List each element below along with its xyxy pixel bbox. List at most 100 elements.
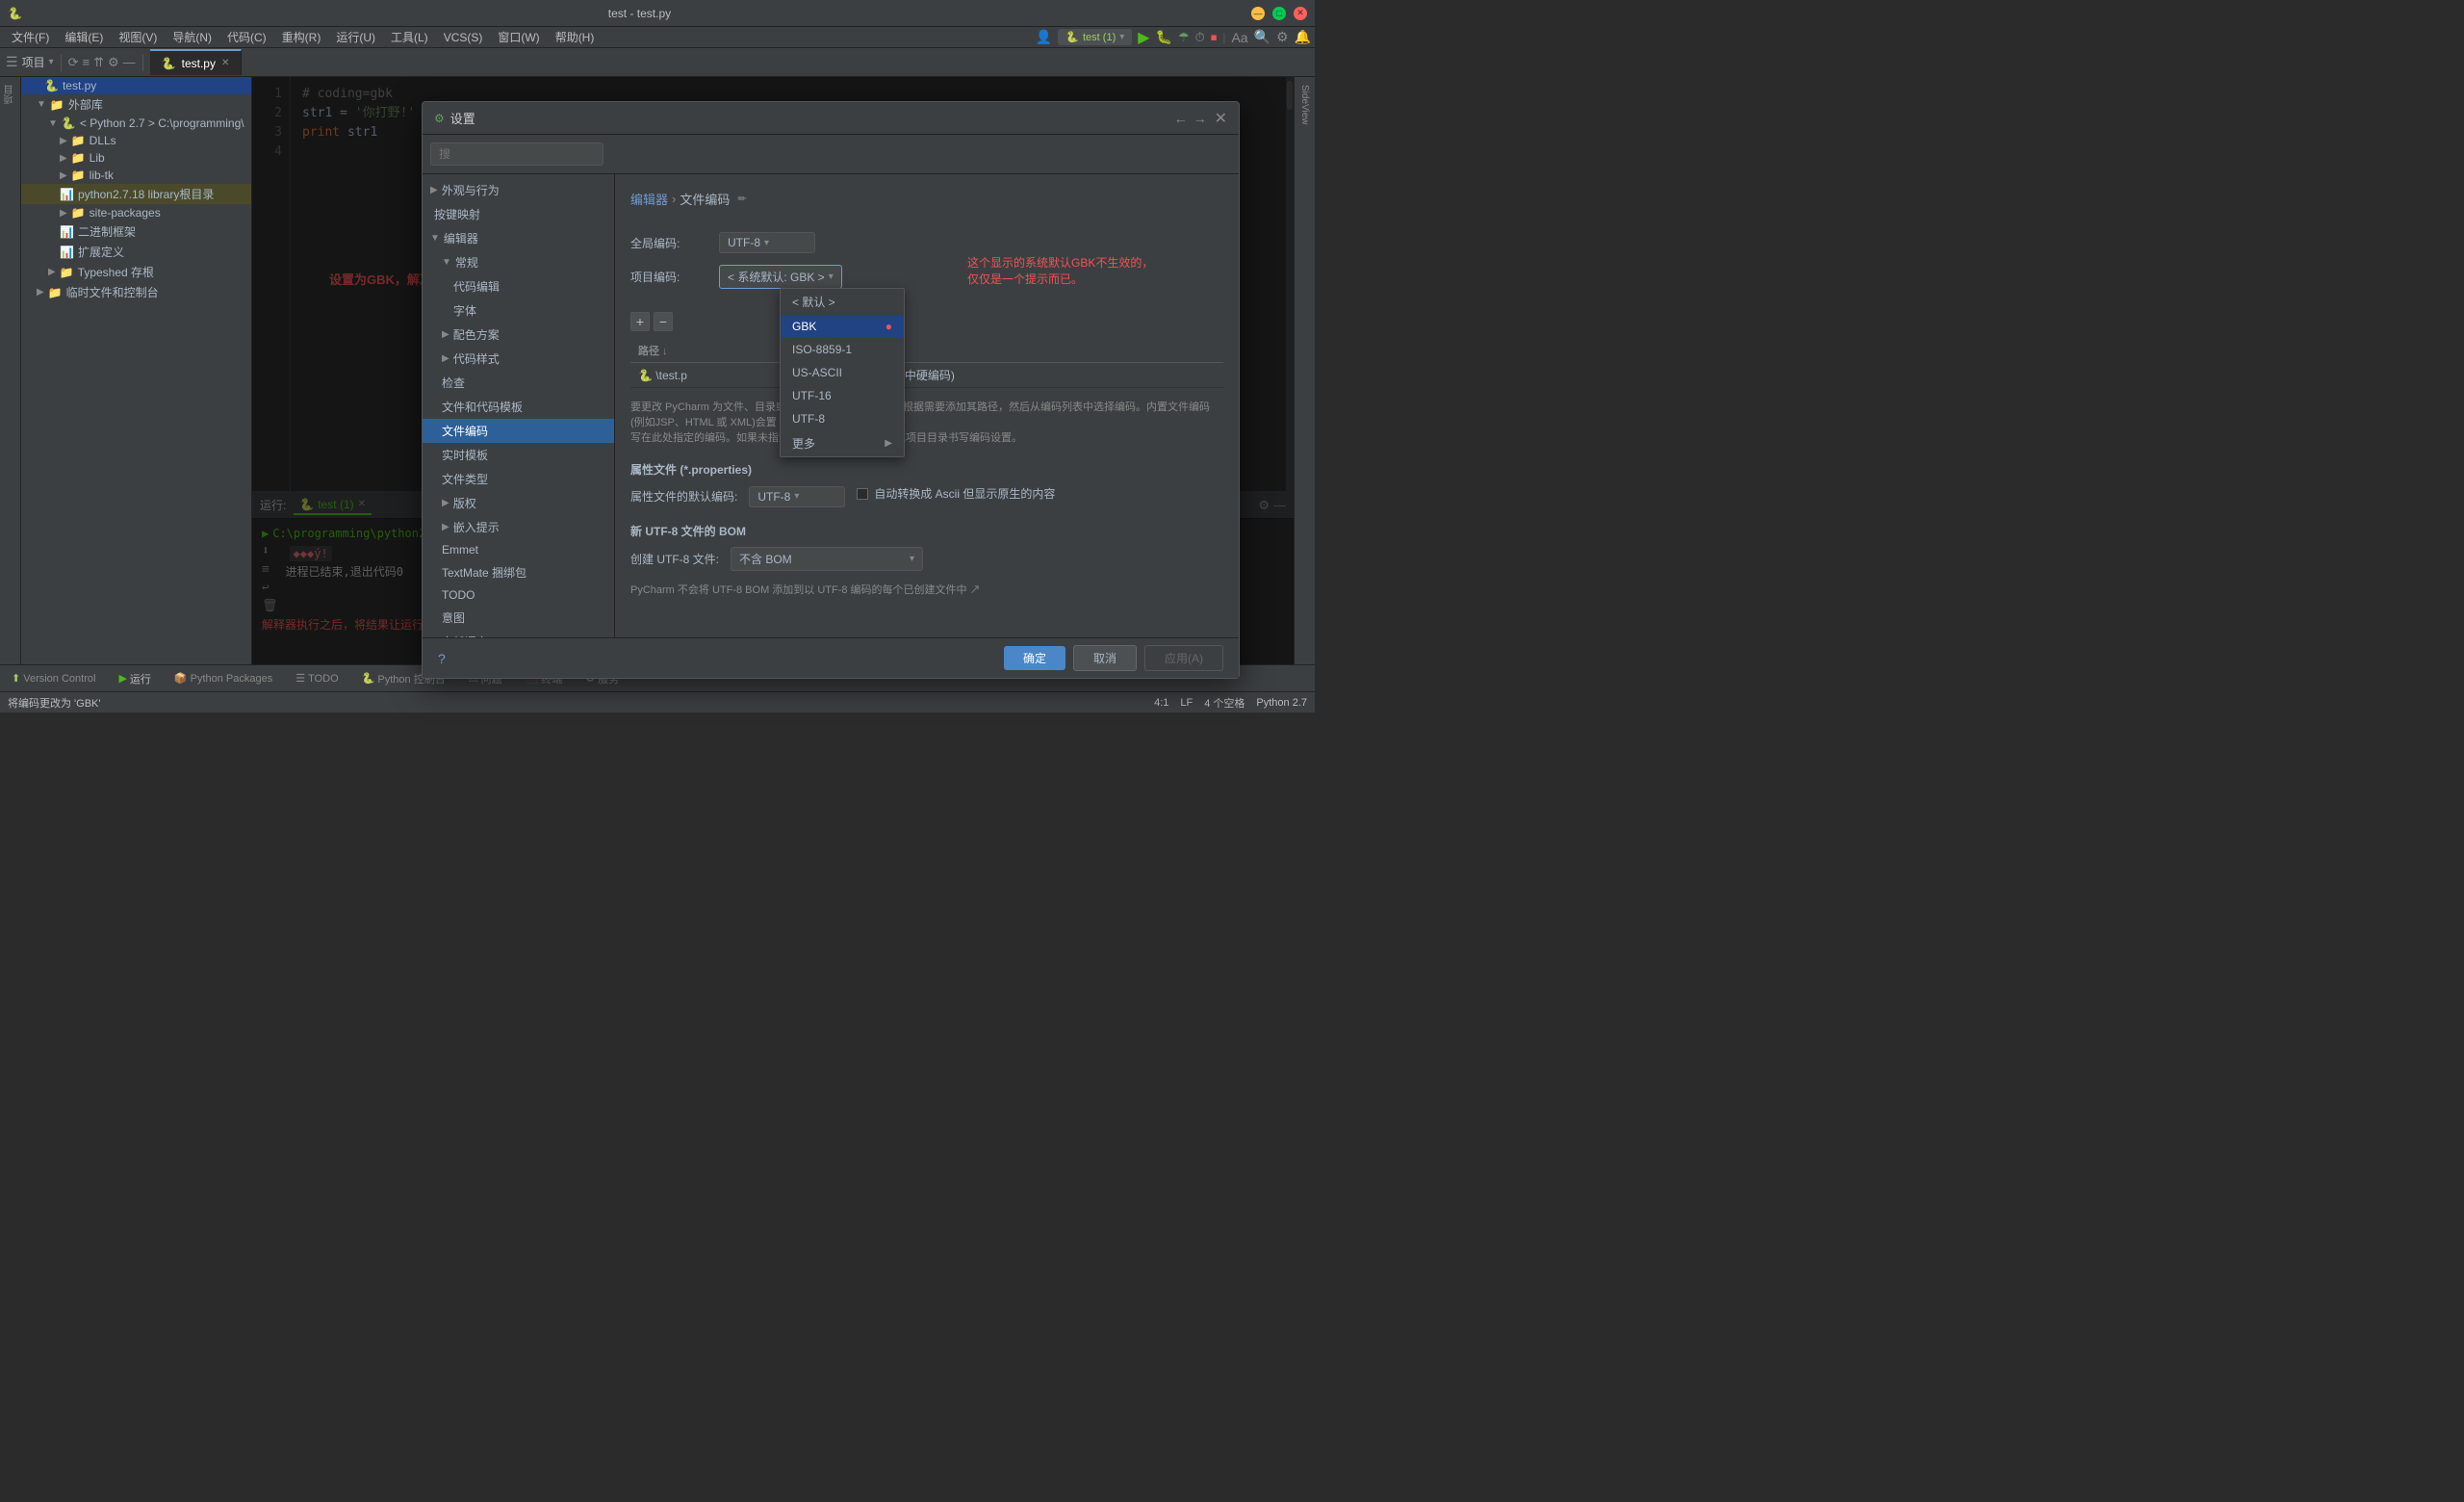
indent-indicator[interactable]: 4 个空格	[1204, 695, 1245, 711]
dlg-nav-editor[interactable]: ▼ 编辑器	[423, 226, 614, 250]
dlg-nav-intentions[interactable]: 意图	[423, 606, 614, 630]
dialog-fwd-icon[interactable]: →	[1194, 111, 1207, 126]
tree-item-binary-stubs[interactable]: 📊 二进制框架	[21, 221, 251, 242]
bc-edit-icon[interactable]: ✏	[737, 193, 746, 205]
dlg-nav-file-templates[interactable]: 文件和代码模板	[423, 395, 614, 419]
table-row[interactable]: 🐍 \test.p GBK (字符集在文件中硬编码)	[630, 363, 1223, 388]
dialog-search-input[interactable]	[430, 142, 603, 166]
dd-item-more[interactable]: 更多 ▶	[781, 430, 904, 456]
properties-encoding-select[interactable]: UTF-8 ▾	[749, 486, 845, 507]
tree-item-ext-defs[interactable]: 📊 扩展定义	[21, 242, 251, 262]
close-panel-icon[interactable]: —	[123, 55, 136, 69]
run-button[interactable]: ▶	[1138, 28, 1149, 47]
search-everywhere-button[interactable]: 🔍	[1254, 29, 1270, 45]
dlg-nav-textmate[interactable]: TextMate 捆绑包	[423, 560, 614, 584]
dlg-nav-general[interactable]: ▼ 常规	[423, 250, 614, 274]
tree-item-test-py[interactable]: 🐍 test.py	[21, 77, 251, 94]
dd-item-default[interactable]: < 默认 >	[781, 289, 904, 315]
run-config-dropdown[interactable]: 🐍test (1)▾	[1058, 29, 1132, 45]
collapse-all-icon[interactable]: ≡	[83, 55, 90, 69]
menu-window[interactable]: 窗口(W)	[490, 27, 547, 47]
dlg-nav-natural-lang[interactable]: ▶ 自然语言	[423, 630, 614, 637]
dlg-nav-font[interactable]: 字体	[423, 298, 614, 323]
menu-navigate[interactable]: 导航(N)	[165, 27, 219, 47]
debug-button[interactable]: 🐛	[1156, 29, 1172, 45]
sync-icon[interactable]: ⟳	[68, 55, 79, 70]
project-settings-icon[interactable]: ⚙	[108, 55, 119, 70]
dlg-nav-keymaps[interactable]: 按键映射	[423, 202, 614, 226]
dlg-nav-file-encoding[interactable]: 文件编码	[423, 419, 614, 443]
dlg-nav-copyright[interactable]: ▶ 版权	[423, 491, 614, 515]
tree-item-libtk[interactable]: ▶ 📁 lib-tk	[21, 167, 251, 184]
user-icon[interactable]: 👤	[1036, 29, 1052, 45]
menu-refactor[interactable]: 重构(R)	[274, 27, 329, 47]
settings-button[interactable]: ⚙	[1276, 29, 1289, 45]
dialog-apply-button[interactable]: 应用(A)	[1144, 645, 1223, 671]
dlg-nav-hints[interactable]: ▶ 嵌入提示	[423, 515, 614, 539]
menu-run[interactable]: 运行(U)	[328, 27, 383, 47]
dd-item-gbk[interactable]: GBK ●	[781, 315, 904, 338]
btab-run[interactable]: ▶ 运行	[115, 669, 154, 688]
dlg-nav-code-edit[interactable]: 代码编辑	[423, 274, 614, 298]
bom-select[interactable]: 不含 BOM ▾	[731, 547, 923, 571]
menu-view[interactable]: 视图(V)	[111, 27, 165, 47]
dlg-nav-todo[interactable]: TODO	[423, 584, 614, 606]
translate-icon[interactable]: Aa	[1231, 30, 1247, 45]
profile-button[interactable]: ⏱	[1195, 30, 1205, 45]
dlg-nav-color-scheme[interactable]: ▶ 配色方案	[423, 323, 614, 347]
dlg-nav-emmet[interactable]: Emmet	[423, 539, 614, 560]
menu-vcs[interactable]: VCS(S)	[436, 29, 491, 46]
dd-item-utf16[interactable]: UTF-16	[781, 384, 904, 407]
stop-button[interactable]: ⏹	[1211, 30, 1218, 45]
maximize-button[interactable]: □	[1272, 7, 1286, 20]
remove-path-button[interactable]: −	[654, 312, 673, 331]
dlg-nav-inspections[interactable]: 检查	[423, 371, 614, 395]
project-dropdown-arrow[interactable]: ▾	[49, 57, 54, 67]
line-col-indicator[interactable]: 4:1	[1154, 695, 1168, 711]
ascii-checkbox[interactable]	[857, 488, 868, 500]
project-encoding-select[interactable]: < 系统默认: GBK > ▾	[719, 265, 842, 289]
tree-item-lib[interactable]: ▶ 📁 Lib	[21, 149, 251, 167]
project-vtab[interactable]: 项目	[1, 81, 19, 108]
global-encoding-select[interactable]: UTF-8 ▾	[719, 232, 815, 253]
dd-item-utf8[interactable]: UTF-8	[781, 407, 904, 430]
tree-item-external-libs[interactable]: ▼ 📁 外部库	[21, 94, 251, 115]
dlg-nav-live-templates[interactable]: 实时模板	[423, 443, 614, 467]
dialog-close-icon[interactable]: ✕	[1215, 109, 1227, 128]
dialog-cancel-button[interactable]: 取消	[1073, 645, 1137, 671]
dialog-ok-button[interactable]: 确定	[1004, 646, 1065, 670]
lf-indicator[interactable]: LF	[1180, 695, 1193, 711]
dlg-nav-code-style[interactable]: ▶ 代码样式	[423, 347, 614, 371]
tree-item-scratch[interactable]: ▶ 📁 临时文件和控制台	[21, 282, 251, 302]
add-path-button[interactable]: +	[630, 312, 650, 331]
editor-tab-test-py[interactable]: 🐍 test.py ✕	[150, 49, 243, 75]
menu-code[interactable]: 代码(C)	[219, 27, 274, 47]
menu-tools[interactable]: 工具(L)	[383, 27, 436, 47]
tree-item-python2718[interactable]: 📊 python2.7.18 library根目录	[21, 184, 251, 204]
right-sidebar-label[interactable]: SideView	[1297, 81, 1312, 129]
tab-close-icon[interactable]: ✕	[221, 58, 229, 68]
python-version-indicator[interactable]: Python 2.7	[1256, 695, 1307, 711]
dd-item-usascii[interactable]: US-ASCII	[781, 361, 904, 384]
dlg-nav-file-types[interactable]: 文件类型	[423, 467, 614, 491]
minimize-button[interactable]: —	[1251, 7, 1265, 20]
btab-todo[interactable]: ☰ TODO	[292, 670, 342, 686]
tree-item-dlls[interactable]: ▶ 📁 DLLs	[21, 132, 251, 149]
notifications-icon[interactable]: 🔔	[1295, 29, 1311, 45]
help-icon[interactable]: ?	[438, 651, 446, 666]
close-button[interactable]: ✕	[1294, 7, 1307, 20]
btab-python-packages[interactable]: 📦 Python Packages	[170, 670, 276, 686]
btab-vcs[interactable]: ⬆ Version Control	[8, 670, 99, 686]
menu-help[interactable]: 帮助(H)	[548, 27, 603, 47]
tree-item-site-packages[interactable]: ▶ 📁 site-packages	[21, 204, 251, 221]
dd-item-iso[interactable]: ISO-8859-1	[781, 338, 904, 361]
expand-icon[interactable]: ⇈	[93, 55, 104, 70]
dialog-back-icon[interactable]: ←	[1174, 111, 1188, 126]
menu-file[interactable]: 文件(F)	[4, 27, 57, 47]
coverage-button[interactable]: ☂	[1178, 30, 1190, 45]
bc-editor[interactable]: 编辑器	[630, 190, 668, 208]
tree-item-python27[interactable]: ▼ 🐍 < Python 2.7 > C:\programming\	[21, 115, 251, 132]
menu-edit[interactable]: 编辑(E)	[57, 27, 111, 47]
sidebar-toggle-icon[interactable]: ☰	[6, 54, 18, 70]
tree-item-typeshed[interactable]: ▶ 📁 Typeshed 存根	[21, 262, 251, 282]
